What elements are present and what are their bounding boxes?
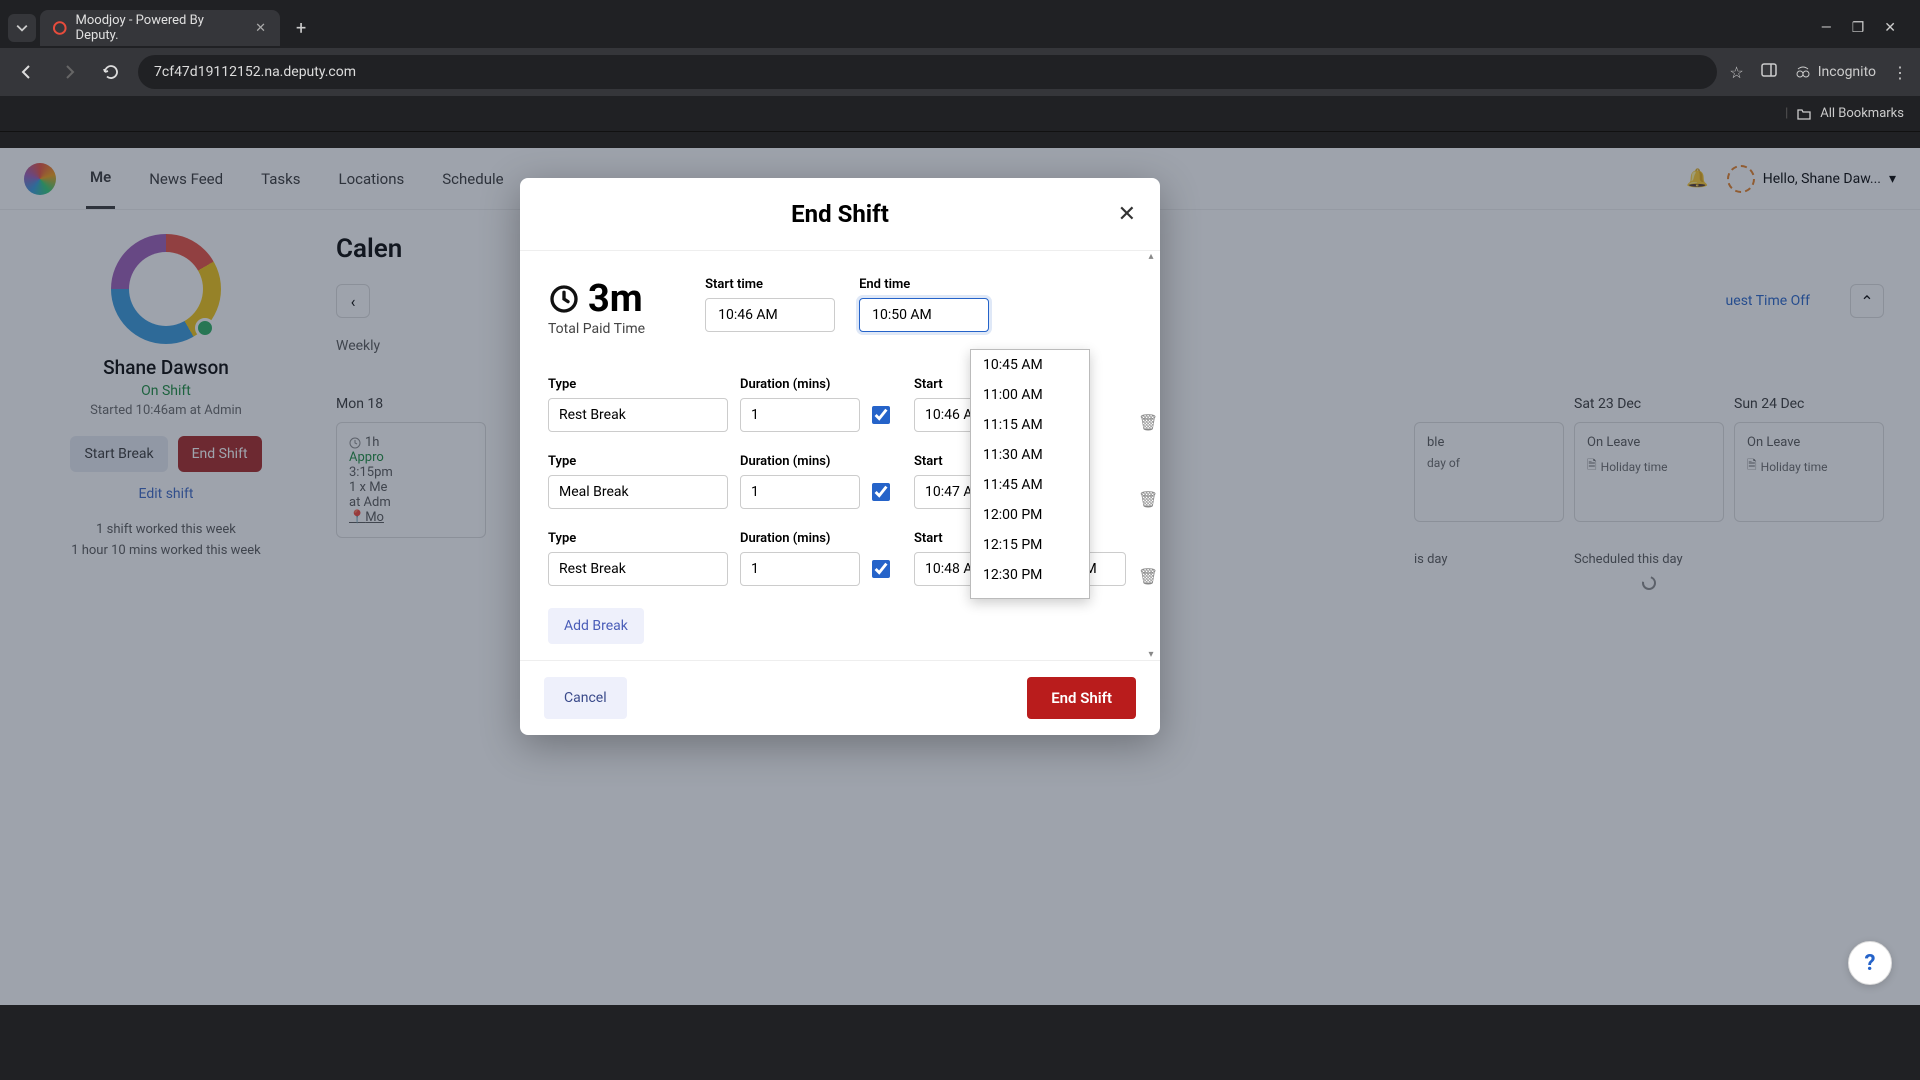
delete-break-button[interactable]: 🗑 [1138,413,1158,432]
cancel-button[interactable]: Cancel [544,677,627,719]
incognito-icon [1794,63,1812,81]
modal-close-button[interactable]: ✕ [1118,202,1136,227]
end-time-label: End time [859,277,989,292]
chevron-down-icon [16,22,28,34]
time-option[interactable]: 10:45 AM [971,350,1089,380]
clock-icon [548,283,580,315]
time-option[interactable]: 12:15 PM [971,530,1089,560]
modal-body: ▴▾ 3m Total Paid Time Start time End ti [520,251,1160,660]
time-option[interactable]: 12:30 PM [971,560,1089,590]
start-time-label: Start time [705,277,835,292]
modal-header: End Shift ✕ [520,178,1160,251]
modal-title: End Shift [791,200,889,228]
maximize-button[interactable]: ❐ [1852,20,1865,36]
break-checkbox[interactable] [872,483,890,501]
tab-search-button[interactable] [8,14,36,42]
incognito-badge: Incognito [1794,63,1876,81]
time-option[interactable]: 12:45 PM [971,590,1089,599]
bookmarks-bar: | All Bookmarks [0,96,1920,132]
time-dropdown: 10:45 AM 11:00 AM 11:15 AM 11:30 AM 11:4… [970,349,1090,599]
time-option[interactable]: 11:45 AM [971,470,1089,500]
break-checkbox[interactable] [872,406,890,424]
paid-time-label: Total Paid Time [548,321,645,337]
time-option[interactable]: 11:00 AM [971,380,1089,410]
folder-icon [1796,106,1812,122]
forward-button[interactable] [54,57,84,87]
tab-title: Moodjoy - Powered By Deputy. [76,13,246,43]
url-input[interactable]: 7cf47d19112152.na.deputy.com [138,55,1717,89]
delete-break-button[interactable]: 🗑 [1138,490,1158,509]
paid-time-summary: 3m Total Paid Time [548,277,645,337]
start-time-input[interactable] [705,298,835,332]
break-duration-input[interactable] [740,475,860,509]
address-bar: 7cf47d19112152.na.deputy.com ☆ Incognito… [0,48,1920,96]
side-panel-icon[interactable] [1760,61,1778,83]
help-button[interactable]: ? [1848,941,1892,985]
break-duration-input[interactable] [740,552,860,586]
time-option[interactable]: 11:15 AM [971,410,1089,440]
confirm-end-shift-button[interactable]: End Shift [1027,677,1136,719]
break-type-select[interactable] [548,398,728,432]
add-break-button[interactable]: Add Break [548,608,644,644]
browser-tab[interactable]: Moodjoy - Powered By Deputy. ✕ [40,10,280,46]
end-shift-modal: End Shift ✕ ▴▾ 3m Total Paid Time Start … [520,178,1160,735]
end-time-input[interactable] [859,298,989,332]
all-bookmarks-link[interactable]: All Bookmarks [1820,106,1904,121]
window-controls: — ❐ ✕ [1821,20,1912,36]
time-option[interactable]: 12:00 PM [971,500,1089,530]
favicon-icon [52,20,68,36]
browser-chrome: Moodjoy - Powered By Deputy. ✕ + — ❐ ✕ 7… [0,0,1920,148]
break-duration-input[interactable] [740,398,860,432]
close-window-button[interactable]: ✕ [1884,20,1896,36]
paid-time-value: 3m [588,277,643,321]
bookmark-star-icon[interactable]: ☆ [1729,63,1743,82]
browser-menu-button[interactable]: ⋮ [1892,63,1908,82]
end-time-group: End time [859,277,989,332]
page: Me News Feed Tasks Locations Schedule 🔔 … [0,148,1920,1005]
minimize-button[interactable]: — [1821,20,1832,36]
back-button[interactable] [12,57,42,87]
tab-bar: Moodjoy - Powered By Deputy. ✕ + — ❐ ✕ [0,0,1920,48]
tab-close-button[interactable]: ✕ [253,19,268,38]
break-checkbox[interactable] [872,560,890,578]
time-dropdown-list[interactable]: 10:45 AM 11:00 AM 11:15 AM 11:30 AM 11:4… [971,350,1089,599]
break-type-select[interactable] [548,552,728,586]
start-time-group: Start time [705,277,835,332]
delete-break-button[interactable]: 🗑 [1138,567,1158,586]
reload-button[interactable] [96,57,126,87]
time-option[interactable]: 11:30 AM [971,440,1089,470]
break-type-select[interactable] [548,475,728,509]
new-tab-button[interactable]: + [290,12,312,45]
url-text: 7cf47d19112152.na.deputy.com [154,64,356,80]
modal-footer: Cancel End Shift [520,660,1160,735]
summary-row: 3m Total Paid Time Start time End time [548,277,1132,337]
